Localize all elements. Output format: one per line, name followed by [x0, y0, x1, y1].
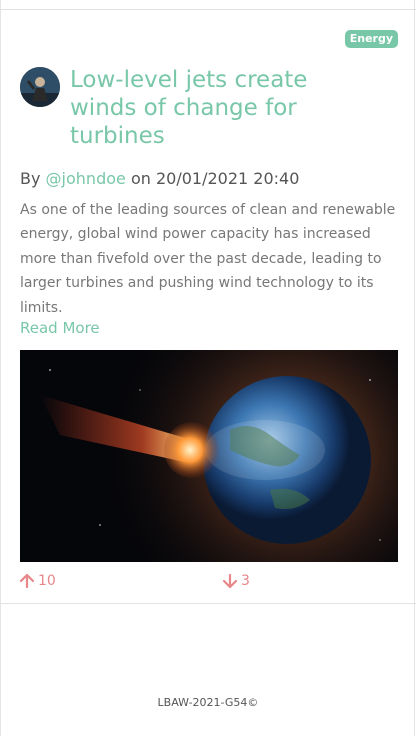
- downvote-button[interactable]: 3: [223, 573, 250, 589]
- post-excerpt: As one of the leading sources of clean a…: [20, 202, 396, 316]
- page-footer: LBAW-2021-G54©: [157, 696, 259, 709]
- arrow-down-icon: [223, 574, 237, 588]
- byline-on: on: [130, 169, 151, 188]
- arrow-up-icon: [20, 574, 34, 588]
- post-card: Energy Low-level jets create winds of ch…: [0, 10, 416, 604]
- downvote-count: 3: [241, 573, 250, 589]
- post-title[interactable]: Low-level jets create winds of change fo…: [70, 66, 370, 150]
- category-badge[interactable]: Energy: [344, 30, 398, 48]
- upvote-count: 10: [38, 573, 56, 589]
- byline-prefix: By: [20, 169, 41, 188]
- post-byline: By @johndoe on 20/01/2021 20:40: [20, 169, 299, 188]
- author-avatar[interactable]: [20, 67, 60, 107]
- avatar-image: [20, 67, 60, 107]
- post-image[interactable]: [20, 350, 398, 562]
- read-more-link[interactable]: Read More: [20, 319, 100, 337]
- author-link[interactable]: @johndoe: [46, 169, 126, 188]
- post-datetime: 20/01/2021 20:40: [155, 169, 300, 188]
- upvote-button[interactable]: 10: [20, 573, 56, 589]
- hero-illustration: [20, 350, 398, 562]
